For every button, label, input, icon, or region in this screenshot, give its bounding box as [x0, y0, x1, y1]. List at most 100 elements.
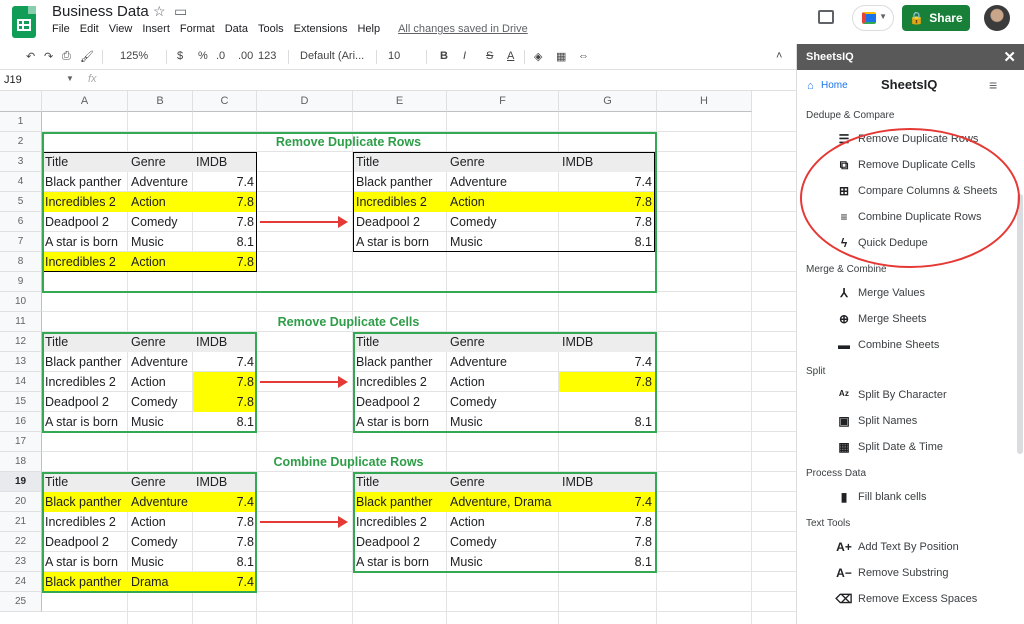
sidebar-item-fill-blank-cells[interactable]: ▮ Fill blank cells: [837, 490, 927, 504]
borders-icon[interactable]: ▦: [556, 50, 566, 63]
spreadsheet-grid[interactable]: A B C D E F G H 1 2 3 4 5 6 7 8 9 10 11 12 13 14 15 16 17 18 19 20 2…: [0, 91, 796, 624]
row-header-1[interactable]: 1: [0, 112, 42, 132]
merge-icon: ⅄: [840, 286, 848, 300]
row-header-10[interactable]: 10: [0, 292, 42, 312]
sidebar-item-remove-substring[interactable]: A− Remove Substring: [836, 566, 948, 580]
divider: [524, 50, 525, 64]
row-header-5[interactable]: 5: [0, 192, 42, 212]
redo-icon[interactable]: ↷: [44, 50, 53, 63]
row-header-11[interactable]: 11: [0, 312, 42, 332]
sidebar-category: Process Data: [806, 468, 867, 479]
paint-format-icon[interactable]: 🖌: [80, 50, 94, 63]
column-header-g[interactable]: G: [559, 91, 657, 112]
currency-button[interactable]: $: [177, 50, 183, 62]
column-header-e[interactable]: E: [353, 91, 447, 112]
increase-decimal-button[interactable]: .00: [238, 50, 253, 62]
row-header-13[interactable]: 13: [0, 352, 42, 372]
row-header-12[interactable]: 12: [0, 332, 42, 352]
column-header-f[interactable]: F: [447, 91, 559, 112]
strikethrough-button[interactable]: S: [486, 50, 493, 62]
fx-icon: fx: [88, 73, 97, 85]
document-title[interactable]: Business Data: [52, 3, 149, 20]
row-header-18[interactable]: 18: [0, 452, 42, 472]
row-header-3[interactable]: 3: [0, 152, 42, 172]
italic-button[interactable]: I: [463, 50, 466, 62]
menu-edit[interactable]: Edit: [80, 23, 99, 35]
undo-icon[interactable]: ↶: [26, 50, 35, 63]
sidebar-scrollbar[interactable]: [1017, 194, 1023, 454]
comments-icon[interactable]: [818, 10, 834, 24]
row-header-16[interactable]: 16: [0, 412, 42, 432]
row-header-17[interactable]: 17: [0, 432, 42, 452]
row-header-20[interactable]: 20: [0, 492, 42, 512]
sidebar-item-merge-values[interactable]: ⅄ Merge Values: [837, 286, 925, 300]
row-header-14[interactable]: 14: [0, 372, 42, 392]
fill-color-icon[interactable]: ◈: [534, 50, 542, 63]
sidebar-item-split-by-character[interactable]: ᴬᶻ Split By Character: [837, 388, 947, 402]
font-select[interactable]: Default (Ari...: [300, 50, 364, 62]
highlight-annotation-oval: [800, 128, 1020, 268]
row-header-8[interactable]: 8: [0, 252, 42, 272]
row-header-2[interactable]: 2: [0, 132, 42, 152]
decrease-decimal-button[interactable]: .0: [216, 50, 225, 62]
sheets-logo-icon[interactable]: [12, 6, 36, 38]
menu-format[interactable]: Format: [180, 23, 215, 35]
hamburger-menu-icon[interactable]: ≡: [989, 77, 997, 93]
row-header-24[interactable]: 24: [0, 572, 42, 592]
merge-cells-icon[interactable]: ⇔: [578, 50, 589, 62]
chevron-up-icon[interactable]: ˄: [776, 50, 782, 62]
name-box[interactable]: J19: [4, 74, 22, 86]
move-folder-icon[interactable]: ▭: [174, 3, 187, 20]
menu-insert[interactable]: Insert: [142, 23, 170, 35]
percent-button[interactable]: %: [198, 50, 208, 62]
sidebar-category: Dedupe & Compare: [806, 110, 895, 121]
sidebar-item-split-names[interactable]: ▣ Split Names: [837, 414, 917, 428]
column-header-d[interactable]: D: [257, 91, 353, 112]
row-header-19[interactable]: 19: [0, 472, 42, 492]
menu-file[interactable]: File: [52, 23, 70, 35]
row-header-23[interactable]: 23: [0, 552, 42, 572]
menu-tools[interactable]: Tools: [258, 23, 284, 35]
star-icon[interactable]: ☆: [153, 3, 166, 20]
zoom-select[interactable]: 125%: [120, 50, 148, 62]
row-header-22[interactable]: 22: [0, 532, 42, 552]
sidebar-item-combine-sheets[interactable]: ▬ Combine Sheets: [837, 338, 939, 352]
meet-button[interactable]: ▼: [852, 5, 894, 31]
menu-help[interactable]: Help: [357, 23, 380, 35]
bold-button[interactable]: B: [440, 50, 448, 62]
save-status[interactable]: All changes saved in Drive: [398, 23, 528, 35]
more-formats-button[interactable]: 123: [258, 50, 276, 62]
sidebar-item-split-date-time[interactable]: ▦ Split Date & Time: [837, 440, 943, 454]
chevron-down-icon: ▼: [879, 12, 887, 21]
row-header-21[interactable]: 21: [0, 512, 42, 532]
column-header-a[interactable]: A: [42, 91, 128, 112]
avatar[interactable]: [984, 5, 1010, 31]
menu-view[interactable]: View: [109, 23, 133, 35]
row-header-25[interactable]: 25: [0, 592, 42, 612]
row-header-9[interactable]: 9: [0, 272, 42, 292]
row-header-7[interactable]: 7: [0, 232, 42, 252]
menu-extensions[interactable]: Extensions: [294, 23, 348, 35]
row-header-6[interactable]: 6: [0, 212, 42, 232]
share-button[interactable]: 🔒 Share: [902, 5, 970, 31]
row-header-15[interactable]: 15: [0, 392, 42, 412]
column-header-h[interactable]: H: [657, 91, 752, 112]
sidebar-item-remove-excess-spaces[interactable]: ⌫ Remove Excess Spaces: [835, 592, 978, 606]
text-color-button[interactable]: A: [507, 50, 514, 62]
print-icon[interactable]: ⎙: [62, 50, 71, 63]
backspace-icon: ⌫: [835, 592, 853, 606]
row-header-4[interactable]: 4: [0, 172, 42, 192]
column-header-b[interactable]: B: [128, 91, 193, 112]
menu-data[interactable]: Data: [225, 23, 248, 35]
close-icon[interactable]: ✕: [1003, 48, 1016, 66]
sidebar-item-merge-sheets[interactable]: ⊕ Merge Sheets: [837, 312, 927, 326]
home-icon[interactable]: ⌂: [807, 80, 814, 92]
home-link[interactable]: Home: [821, 80, 848, 91]
column-header-c[interactable]: C: [193, 91, 257, 112]
sidebar-item-label: Add Text By Position: [858, 541, 959, 553]
select-all-corner[interactable]: [0, 91, 42, 112]
sidebar-item-add-text-by-position[interactable]: A+ Add Text By Position: [836, 540, 959, 554]
divider: [166, 50, 167, 64]
font-size-select[interactable]: 10: [388, 50, 400, 62]
chevron-down-icon[interactable]: ▼: [66, 74, 74, 83]
